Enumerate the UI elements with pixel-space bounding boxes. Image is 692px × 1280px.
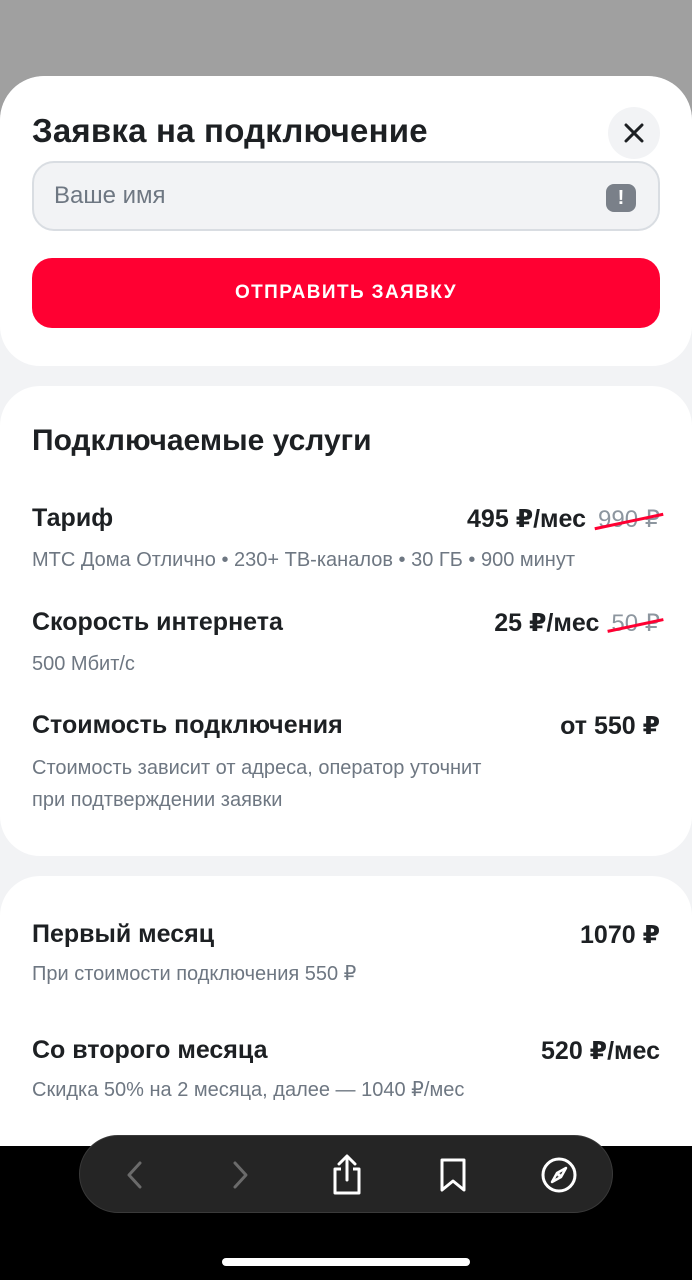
compass-icon — [541, 1157, 577, 1193]
tariff-old-price: 990 ₽ — [598, 506, 660, 533]
connection-cost-desc-line2: при подтверждении заявки — [32, 789, 283, 811]
bookmarks-icon — [440, 1158, 466, 1192]
connection-cost-description: Стоимость зависит от адреса, оператор ут… — [32, 752, 481, 816]
internet-speed-current-price: 25 ₽/мес — [494, 609, 600, 637]
first-month-price: 1070 ₽ — [580, 920, 660, 950]
connection-cost-value: от 550 ₽ — [560, 712, 660, 740]
tariff-title: Тариф — [32, 504, 114, 532]
tariff-description: МТС Дома Отлично • 230+ ТВ-каналов • 30 … — [32, 549, 576, 571]
second-month-title: Со второго месяца — [32, 1036, 268, 1064]
share-button[interactable] — [312, 1136, 382, 1214]
close-button[interactable] — [608, 107, 660, 159]
second-month-description: Скидка 50% на 2 месяца, далее — 1040 ₽/м… — [32, 1079, 465, 1101]
internet-speed-old-price: 50 ₽ — [611, 610, 660, 637]
connection-cost-price: от 550 ₽ — [560, 711, 660, 741]
name-field[interactable]: ! — [32, 161, 660, 231]
second-month-value: 520 ₽/мес — [541, 1037, 660, 1065]
name-input[interactable] — [54, 182, 594, 210]
second-month-price: 520 ₽/мес — [541, 1036, 660, 1066]
internet-speed-description: 500 Мбит/с — [32, 653, 135, 675]
connection-cost-title: Стоимость подключения — [32, 711, 343, 739]
order-sheet: Заявка на подключение ! ОТПРАВИТЬ ЗАЯВКУ… — [0, 76, 692, 1280]
bookmarks-button[interactable] — [418, 1136, 488, 1214]
first-month-title: Первый месяц — [32, 920, 215, 948]
forward-icon — [233, 1161, 248, 1189]
share-icon — [333, 1154, 361, 1195]
internet-speed-title: Скорость интернета — [32, 608, 283, 636]
first-month-value: 1070 ₽ — [580, 921, 660, 949]
home-indicator — [222, 1258, 470, 1266]
tabs-compass-button[interactable] — [524, 1136, 594, 1214]
back-icon — [127, 1161, 142, 1189]
back-button[interactable] — [100, 1136, 170, 1214]
browser-toolbar — [79, 1135, 613, 1213]
internet-speed-price: 25 ₽/мес 50 ₽ — [494, 608, 660, 638]
services-title: Подключаемые услуги — [32, 424, 372, 457]
first-month-description: При стоимости подключения 550 ₽ — [32, 963, 357, 985]
connection-cost-desc-line1: Стоимость зависит от адреса, оператор ут… — [32, 757, 482, 779]
forward-button[interactable] — [205, 1136, 275, 1214]
application-form-card: Заявка на подключение ! ОТПРАВИТЬ ЗАЯВКУ — [0, 76, 692, 366]
tariff-price: 495 ₽/мес 990 ₽ — [467, 504, 660, 534]
close-icon — [624, 123, 644, 143]
services-card: Подключаемые услуги Тариф 495 ₽/мес 990 … — [0, 386, 692, 856]
tariff-current-price: 495 ₽/мес — [467, 505, 587, 533]
form-title: Заявка на подключение — [32, 112, 428, 149]
alert-icon: ! — [606, 184, 636, 212]
submit-application-button[interactable]: ОТПРАВИТЬ ЗАЯВКУ — [32, 258, 660, 328]
